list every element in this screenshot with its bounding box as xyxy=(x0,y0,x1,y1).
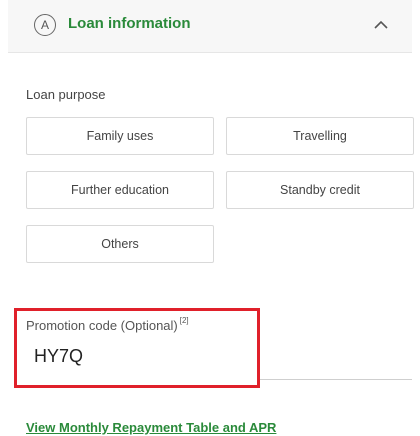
step-badge: A xyxy=(34,14,56,36)
section-title: Loan information xyxy=(68,15,191,32)
option-others[interactable]: Others xyxy=(26,225,214,263)
promotion-code-label-text: Promotion code (Optional) xyxy=(26,318,178,333)
loan-purpose-label: Loan purpose xyxy=(26,87,106,102)
option-further-education[interactable]: Further education xyxy=(26,171,214,209)
option-travelling[interactable]: Travelling xyxy=(226,117,414,155)
footnote-marker: [2] xyxy=(179,316,189,325)
view-repayment-table-link[interactable]: View Monthly Repayment Table and APR xyxy=(26,420,276,435)
loan-form-page: A Loan information Loan purpose Family u… xyxy=(0,0,420,436)
option-standby-credit[interactable]: Standby credit xyxy=(226,171,414,209)
promotion-code-input[interactable] xyxy=(34,342,244,370)
chevron-up-icon[interactable] xyxy=(372,16,390,34)
input-underline xyxy=(260,379,412,380)
option-family-uses[interactable]: Family uses xyxy=(26,117,214,155)
loan-information-section-header[interactable]: A Loan information xyxy=(8,0,412,53)
promotion-code-label: Promotion code (Optional) [2] xyxy=(26,316,189,333)
